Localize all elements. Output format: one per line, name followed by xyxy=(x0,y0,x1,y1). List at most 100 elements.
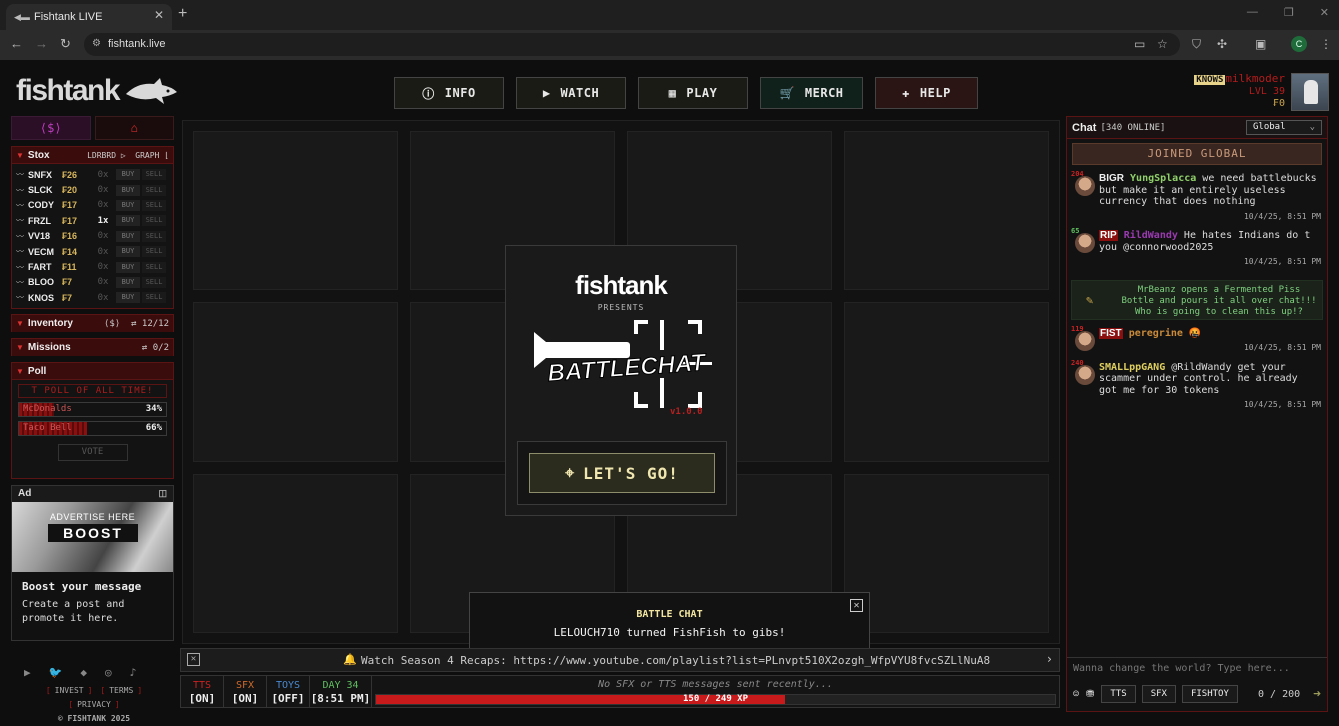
fishtank-social-icon[interactable]: ◆ xyxy=(80,666,87,679)
window-close-icon[interactable]: ✕ xyxy=(1320,6,1329,19)
buy-button[interactable]: BUY xyxy=(116,246,140,258)
url-field[interactable]: ⚙ fishtank.live xyxy=(84,33,1180,56)
bookmark-star-icon[interactable]: ☆ xyxy=(1157,37,1168,51)
emoji-icon[interactable]: ☺ xyxy=(1073,689,1079,700)
chat-username[interactable]: SMALLppGANG xyxy=(1099,362,1165,373)
stock-symbol[interactable]: FRZL xyxy=(28,216,62,226)
sell-button[interactable]: SELL xyxy=(142,215,166,227)
camera-tile[interactable] xyxy=(844,473,1049,633)
close-ticker-icon[interactable]: ✕ xyxy=(187,653,200,666)
chat-fishtoy-button[interactable]: FISHTOY xyxy=(1181,685,1238,703)
sell-button[interactable]: SELL xyxy=(142,246,166,258)
buy-button[interactable]: BUY xyxy=(116,292,140,304)
channel-select[interactable]: Global ⌄ xyxy=(1246,120,1322,135)
ad-image[interactable]: ADVERTISE HERE BOOST xyxy=(12,502,173,572)
send-icon[interactable]: ➜ xyxy=(1313,687,1321,702)
forward-icon[interactable]: → xyxy=(35,36,48,51)
buy-button[interactable]: BUY xyxy=(116,184,140,196)
terms-link[interactable]: TERMS xyxy=(109,686,133,695)
nav-play-button[interactable]: ▦ PLAY xyxy=(638,77,748,109)
buy-button[interactable]: BUY xyxy=(116,215,140,227)
sell-button[interactable]: SELL xyxy=(142,276,166,288)
reload-icon[interactable]: ↻ xyxy=(60,36,71,52)
vote-button[interactable]: VOTE xyxy=(57,444,128,461)
fishtank-logo[interactable]: fishtank xyxy=(16,74,121,108)
privacy-link[interactable]: PRIVACY xyxy=(77,700,111,709)
user-box[interactable]: KNOWS milkmoder LVL 39 ₣0 xyxy=(1194,73,1329,113)
nav-merch-button[interactable]: 🛒 MERCH xyxy=(760,77,863,109)
missions-panel[interactable]: ▼ Missions ⇄ 0/2 xyxy=(11,338,174,356)
expand-icon[interactable]: ◫ xyxy=(158,488,167,500)
stock-symbol[interactable]: CODY xyxy=(28,200,62,210)
sell-button[interactable]: SELL xyxy=(142,169,166,181)
chat-input[interactable]: Wanna change the world? Type here... xyxy=(1067,657,1327,679)
browser-tab[interactable]: ◀▬ Fishtank LIVE ✕ xyxy=(6,4,172,30)
inventory-header[interactable]: ▼ Inventory ⟨$⟩ ⇄ 12/12 xyxy=(12,315,173,332)
stock-symbol[interactable]: FART xyxy=(28,262,62,272)
close-tab-icon[interactable]: ✕ xyxy=(154,8,164,22)
stock-symbol[interactable]: SLCK xyxy=(28,185,62,195)
stox-header[interactable]: ▼ Stox LDRBRD ▷ GRAPH ⌊ xyxy=(12,147,173,164)
buy-button[interactable]: BUY xyxy=(116,199,140,211)
chat-username[interactable]: peregrine xyxy=(1129,328,1183,339)
user-avatar[interactable] xyxy=(1291,73,1329,111)
sidebar-icon[interactable]: ▣ xyxy=(1255,37,1266,51)
shop-tab[interactable]: ⌂ xyxy=(94,116,174,140)
sell-button[interactable]: SELL xyxy=(142,230,166,242)
toys-toggle[interactable]: TOYS [OFF] xyxy=(267,676,310,707)
site-info-icon[interactable]: ⚙ xyxy=(92,38,101,49)
buy-button[interactable]: BUY xyxy=(116,261,140,273)
stock-symbol[interactable]: KNOS xyxy=(28,293,62,303)
youtube-icon[interactable]: ▶ xyxy=(24,666,31,679)
chat-username[interactable]: RildWandy xyxy=(1124,230,1178,241)
camera-tile[interactable] xyxy=(193,302,398,462)
extensions-icon[interactable]: ✣ xyxy=(1217,37,1227,51)
next-arrow-icon[interactable]: › xyxy=(1046,652,1053,666)
camera-tile[interactable] xyxy=(844,131,1049,291)
buy-button[interactable]: BUY xyxy=(116,230,140,242)
tts-toggle[interactable]: TTS [ON] xyxy=(181,676,224,707)
missions-header[interactable]: ▼ Missions ⇄ 0/2 xyxy=(12,339,173,356)
sell-button[interactable]: SELL xyxy=(142,292,166,304)
sfx-toggle[interactable]: SFX [ON] xyxy=(224,676,267,707)
sell-button[interactable]: SELL xyxy=(142,199,166,211)
cast-icon[interactable]: ▭ xyxy=(1134,37,1145,51)
menu-kebab-icon[interactable]: ⋮ xyxy=(1320,37,1332,51)
gift-icon[interactable]: ⛃ xyxy=(1086,689,1094,700)
camera-tile[interactable] xyxy=(193,131,398,291)
poll-option[interactable]: McDonalds 34% xyxy=(18,402,167,417)
invest-link[interactable]: INVEST xyxy=(55,686,84,695)
inventory-panel[interactable]: ▼ Inventory ⟨$⟩ ⇄ 12/12 xyxy=(11,314,174,332)
buy-button[interactable]: BUY xyxy=(116,276,140,288)
lets-go-button[interactable]: ⌖ LET'S GO! xyxy=(529,453,715,493)
camera-tile[interactable] xyxy=(193,473,398,633)
buy-button[interactable]: BUY xyxy=(116,169,140,181)
stock-symbol[interactable]: VECM xyxy=(28,247,62,257)
nav-help-button[interactable]: ✚ HELP xyxy=(875,77,978,109)
chat-username[interactable]: YungSplacca xyxy=(1130,173,1196,184)
stox-tab[interactable]: ⟨$⟩ xyxy=(11,116,91,140)
back-icon[interactable]: ← xyxy=(10,36,23,51)
camera-tile[interactable] xyxy=(844,302,1049,462)
instagram-icon[interactable]: ◎ xyxy=(105,666,112,679)
sell-button[interactable]: SELL xyxy=(142,261,166,273)
chat-sfx-button[interactable]: SFX xyxy=(1141,685,1176,703)
restore-icon[interactable]: ❐ xyxy=(1284,6,1294,19)
twitter-icon[interactable]: 🐦 xyxy=(49,666,63,679)
sell-button[interactable]: SELL xyxy=(142,184,166,196)
stock-symbol[interactable]: BLOO xyxy=(28,277,62,287)
tiktok-icon[interactable]: ♪ xyxy=(130,666,137,679)
poll-header[interactable]: ▼ Poll xyxy=(12,363,173,380)
stock-symbol[interactable]: SNFX xyxy=(28,170,62,180)
nav-watch-button[interactable]: ▶ WATCH xyxy=(516,77,626,109)
profile-avatar[interactable]: C xyxy=(1291,36,1307,52)
nav-info-button[interactable]: ⓘ INFO xyxy=(394,77,504,109)
new-tab-icon[interactable]: + xyxy=(178,5,187,23)
shield-extension-icon[interactable]: ⛉ xyxy=(1192,37,1201,52)
stock-symbol[interactable]: VV18 xyxy=(28,231,62,241)
graph-link[interactable]: GRAPH ⌊ xyxy=(135,151,169,160)
ticker-text[interactable]: Watch Season 4 Recaps: https://www.youtu… xyxy=(361,654,990,667)
minimize-icon[interactable]: — xyxy=(1247,6,1258,19)
leaderboard-link[interactable]: LDRBRD ▷ xyxy=(87,151,126,160)
chat-tts-button[interactable]: TTS xyxy=(1101,685,1136,703)
